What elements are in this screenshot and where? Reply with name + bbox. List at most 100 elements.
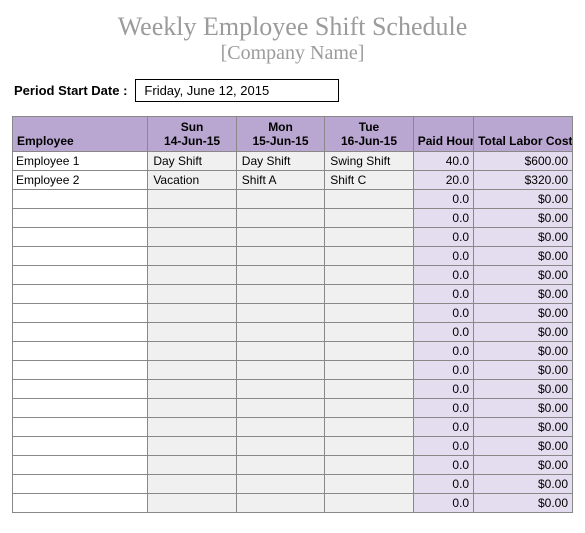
- shift-cell[interactable]: [148, 342, 236, 361]
- shift-cell[interactable]: [236, 285, 324, 304]
- shift-cell[interactable]: [325, 323, 413, 342]
- shift-cell[interactable]: [148, 285, 236, 304]
- paid-hours-cell: 0.0: [413, 190, 473, 209]
- shift-cell[interactable]: [325, 228, 413, 247]
- paid-hours-cell: 0.0: [413, 494, 473, 513]
- paid-hours-cell: 0.0: [413, 361, 473, 380]
- labor-cost-cell: $0.00: [474, 494, 573, 513]
- labor-cost-cell: $0.00: [474, 342, 573, 361]
- paid-hours-cell: 0.0: [413, 228, 473, 247]
- employee-cell[interactable]: [13, 494, 148, 513]
- shift-cell[interactable]: [148, 247, 236, 266]
- shift-cell[interactable]: [236, 228, 324, 247]
- shift-cell[interactable]: [325, 494, 413, 513]
- shift-cell[interactable]: [325, 209, 413, 228]
- col-day-1: Mon 15-Jun-15: [236, 117, 324, 152]
- shift-cell[interactable]: [325, 342, 413, 361]
- shift-cell[interactable]: [148, 323, 236, 342]
- shift-cell[interactable]: [325, 285, 413, 304]
- shift-cell[interactable]: [325, 304, 413, 323]
- shift-cell[interactable]: [148, 418, 236, 437]
- shift-cell[interactable]: Day Shift: [236, 152, 324, 171]
- table-row: 0.0$0.00: [13, 285, 573, 304]
- employee-cell[interactable]: [13, 456, 148, 475]
- shift-cell[interactable]: [236, 399, 324, 418]
- table-row: 0.0$0.00: [13, 380, 573, 399]
- shift-cell[interactable]: [236, 361, 324, 380]
- labor-cost-cell: $0.00: [474, 190, 573, 209]
- shift-cell[interactable]: [325, 456, 413, 475]
- header-row: Employee Sun 14-Jun-15 Mon 15-Jun-15 Tue…: [13, 117, 573, 152]
- employee-cell[interactable]: [13, 209, 148, 228]
- employee-cell[interactable]: [13, 323, 148, 342]
- employee-cell[interactable]: [13, 342, 148, 361]
- shift-cell[interactable]: Day Shift: [148, 152, 236, 171]
- employee-cell[interactable]: [13, 304, 148, 323]
- shift-cell[interactable]: [148, 209, 236, 228]
- shift-cell[interactable]: [236, 247, 324, 266]
- shift-cell[interactable]: [325, 247, 413, 266]
- shift-cell[interactable]: [236, 266, 324, 285]
- table-row: 0.0$0.00: [13, 456, 573, 475]
- table-row: 0.0$0.00: [13, 190, 573, 209]
- shift-cell[interactable]: [148, 399, 236, 418]
- labor-cost-cell: $0.00: [474, 304, 573, 323]
- shift-cell[interactable]: [325, 266, 413, 285]
- col-day-2: Tue 16-Jun-15: [325, 117, 413, 152]
- paid-hours-cell: 0.0: [413, 418, 473, 437]
- shift-cell[interactable]: [236, 190, 324, 209]
- employee-cell[interactable]: [13, 380, 148, 399]
- period-label: Period Start Date :: [14, 83, 127, 98]
- shift-cell[interactable]: Swing Shift: [325, 152, 413, 171]
- shift-cell[interactable]: [325, 437, 413, 456]
- shift-cell[interactable]: Shift C: [325, 171, 413, 190]
- shift-cell[interactable]: [325, 190, 413, 209]
- shift-cell[interactable]: [148, 361, 236, 380]
- employee-cell[interactable]: [13, 437, 148, 456]
- shift-cell[interactable]: [236, 304, 324, 323]
- shift-cell[interactable]: [148, 437, 236, 456]
- shift-cell[interactable]: [148, 475, 236, 494]
- shift-cell[interactable]: [236, 323, 324, 342]
- shift-cell[interactable]: [325, 380, 413, 399]
- labor-cost-cell: $0.00: [474, 323, 573, 342]
- shift-cell[interactable]: [148, 228, 236, 247]
- employee-cell[interactable]: [13, 418, 148, 437]
- shift-cell[interactable]: [148, 190, 236, 209]
- paid-hours-cell: 0.0: [413, 380, 473, 399]
- shift-cell[interactable]: [148, 266, 236, 285]
- shift-cell[interactable]: [236, 437, 324, 456]
- shift-cell[interactable]: Shift A: [236, 171, 324, 190]
- shift-cell[interactable]: [325, 475, 413, 494]
- employee-cell[interactable]: [13, 228, 148, 247]
- paid-hours-cell: 0.0: [413, 342, 473, 361]
- shift-cell[interactable]: [325, 399, 413, 418]
- shift-cell[interactable]: [325, 418, 413, 437]
- shift-cell[interactable]: [236, 494, 324, 513]
- shift-cell[interactable]: [236, 418, 324, 437]
- shift-cell[interactable]: [325, 361, 413, 380]
- shift-cell[interactable]: [148, 494, 236, 513]
- shift-cell[interactable]: [148, 380, 236, 399]
- employee-cell[interactable]: [13, 285, 148, 304]
- shift-cell[interactable]: Vacation: [148, 171, 236, 190]
- employee-cell[interactable]: [13, 247, 148, 266]
- employee-cell[interactable]: [13, 399, 148, 418]
- shift-cell[interactable]: [236, 475, 324, 494]
- labor-cost-cell: $0.00: [474, 380, 573, 399]
- employee-cell[interactable]: [13, 361, 148, 380]
- shift-cell[interactable]: [236, 209, 324, 228]
- employee-cell[interactable]: [13, 475, 148, 494]
- shift-cell[interactable]: [236, 456, 324, 475]
- employee-cell[interactable]: [13, 190, 148, 209]
- table-row: 0.0$0.00: [13, 266, 573, 285]
- employee-cell[interactable]: Employee 1: [13, 152, 148, 171]
- shift-cell[interactable]: [148, 456, 236, 475]
- shift-cell[interactable]: [236, 342, 324, 361]
- shift-cell[interactable]: [236, 380, 324, 399]
- employee-cell[interactable]: Employee 2: [13, 171, 148, 190]
- period-start-date-input[interactable]: [135, 79, 339, 102]
- employee-cell[interactable]: [13, 266, 148, 285]
- shift-cell[interactable]: [148, 304, 236, 323]
- labor-cost-cell: $320.00: [474, 171, 573, 190]
